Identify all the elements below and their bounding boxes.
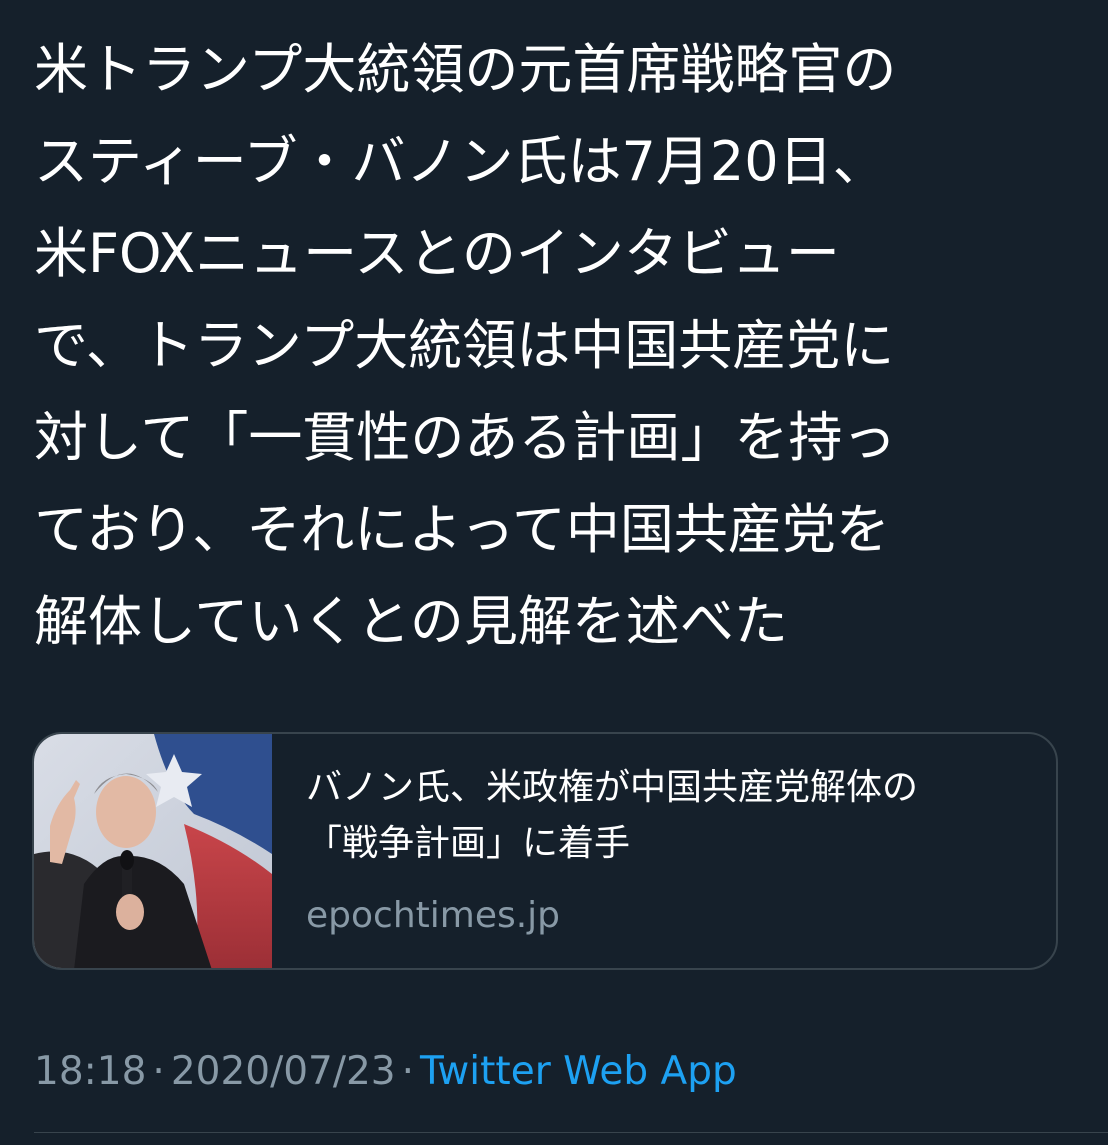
- meta-separator: ·: [401, 1049, 415, 1094]
- tweet-source-link[interactable]: Twitter Web App: [420, 1049, 737, 1094]
- card-thumbnail-image: [34, 734, 272, 968]
- tweet-text-line: 米FOXニュースとのインタビュー: [34, 222, 840, 285]
- card-domain: epochtimes.jp: [306, 895, 561, 936]
- tweet-time[interactable]: 18:18: [34, 1049, 146, 1094]
- tweet-text-line: 対して「一貫性のある計画」を持っ: [34, 406, 897, 469]
- card-body: バノン氏、米政権が中国共産党解体の 「戦争計画」に着手 epochtimes.j…: [306, 760, 1036, 938]
- tweet-text-line: で、トランプ大統領は中国共産党に: [34, 314, 895, 377]
- tweet-text: 米トランプ大統領の元首席戦略官の スティーブ・バノン氏は7月20日、 米FOXニ…: [34, 24, 1074, 668]
- divider: [34, 1132, 1108, 1133]
- link-preview-card[interactable]: バノン氏、米政権が中国共産党解体の 「戦争計画」に着手 epochtimes.j…: [32, 732, 1058, 970]
- tweet-detail: 米トランプ大統領の元首席戦略官の スティーブ・バノン氏は7月20日、 米FOXニ…: [0, 0, 1108, 1145]
- tweet-text-line: スティーブ・バノン氏は7月20日、: [34, 130, 887, 193]
- tweet-date[interactable]: 2020/07/23: [171, 1049, 396, 1094]
- card-title-line: バノン氏、米政権が中国共産党解体の: [306, 767, 919, 808]
- meta-separator: ·: [152, 1049, 165, 1094]
- card-title: バノン氏、米政権が中国共産党解体の 「戦争計画」に着手: [306, 760, 1036, 872]
- card-title-line: 「戦争計画」に着手: [306, 823, 631, 864]
- tweet-text-line: 米トランプ大統領の元首席戦略官の: [34, 38, 897, 101]
- tweet-text-line: ており、それによって中国共産党を: [34, 498, 890, 561]
- tweet-text-line: 解体していくとの見解を述べた: [34, 590, 788, 653]
- photo-thumbnail-icon: [34, 734, 272, 968]
- tweet-meta: 18:18 · 2020/07/23 · Twitter Web App: [34, 1046, 737, 1098]
